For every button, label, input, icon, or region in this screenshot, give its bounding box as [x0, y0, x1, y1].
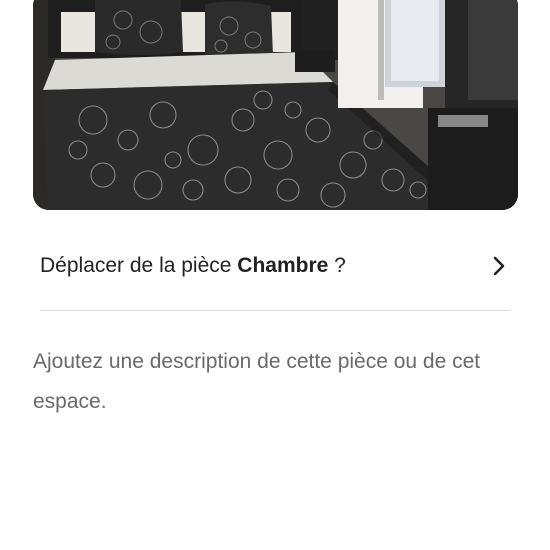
divider [40, 310, 511, 311]
bedroom-photo-image [33, 0, 518, 210]
current-room-name: Chambre [237, 254, 329, 277]
room-description-field[interactable]: Ajoutez une description de cette pièce o… [33, 342, 513, 422]
chevron-right-icon[interactable] [486, 253, 512, 279]
move-to-room-row[interactable]: Déplacer de la pièce Chambre ? [33, 236, 518, 296]
room-photo-editor: Déplacer de la pièce Chambre ? Ajoutez u… [0, 0, 550, 550]
room-photo[interactable] [33, 0, 518, 210]
move-to-room-prefix: Déplacer de la pièce [40, 254, 238, 277]
move-to-room-suffix: ? [328, 254, 346, 277]
move-to-room-label: Déplacer de la pièce Chambre ? [33, 254, 346, 278]
